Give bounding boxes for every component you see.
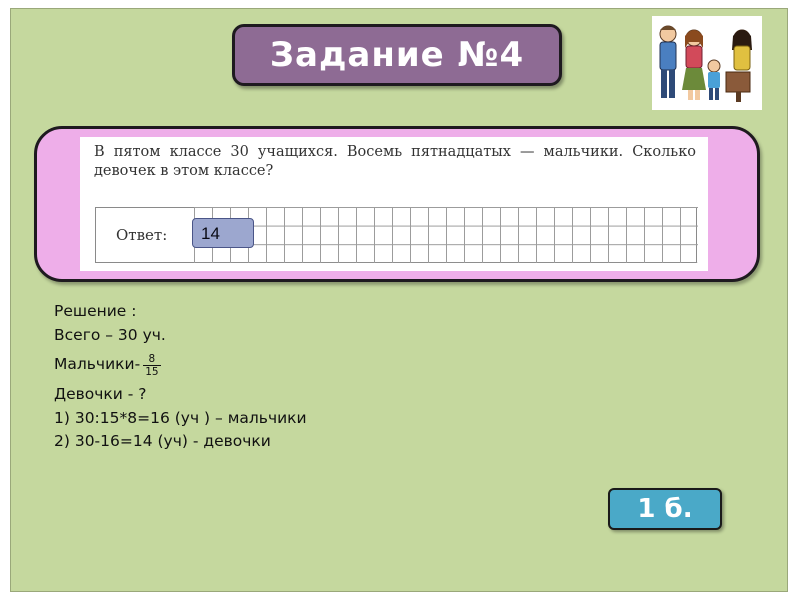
solution-girls: Девочки - ? xyxy=(54,385,147,403)
answer-value-box: 14 xyxy=(192,218,254,248)
solution-step-1: 1) 30:15*8=16 (уч ) – мальчики xyxy=(54,408,307,427)
solution-total: Всего – 30 уч. xyxy=(54,325,166,344)
answer-grid: Ответ: xyxy=(95,207,698,263)
boys-fraction: 8 15 xyxy=(143,352,161,378)
answer-cells xyxy=(194,207,698,263)
solution-boys-line: Мальчики- 8 15 xyxy=(54,347,307,383)
fraction-denominator: 15 xyxy=(143,364,161,378)
boys-label: Мальчики- xyxy=(54,355,141,374)
solution-heading: Решение : xyxy=(54,302,137,320)
slide-title: Задание №4 xyxy=(269,35,525,75)
score-badge: 1 б. xyxy=(608,488,722,530)
title-banner: Задание №4 xyxy=(232,24,562,86)
solution-block: Решение : Всего – 30 уч. Мальчики- 8 15 … xyxy=(54,300,307,454)
problem-card: В пятом классе 30 учащихся. Восемь пятна… xyxy=(80,137,708,271)
fraction-numerator: 8 xyxy=(148,352,156,365)
family-clipart-icon xyxy=(652,16,762,110)
solution-step-2: 2) 30-16=14 (уч) - девочки xyxy=(54,432,271,450)
answer-label: Ответ: xyxy=(116,226,168,244)
problem-statement: В пятом классе 30 учащихся. Восемь пятна… xyxy=(94,144,696,179)
